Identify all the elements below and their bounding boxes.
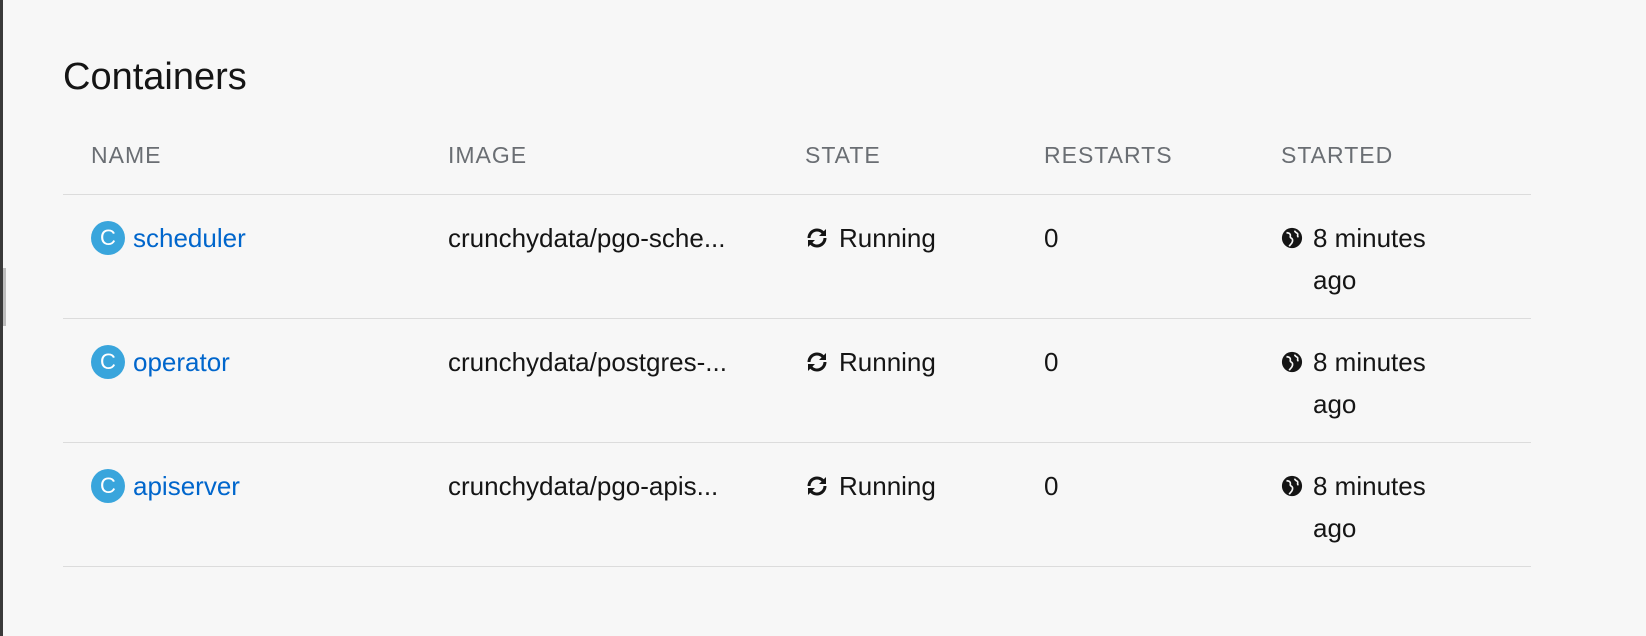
container-restarts: 0 (1044, 347, 1059, 377)
container-image-cell: crunchydata/pgo-apis... (448, 465, 718, 519)
column-header-image[interactable]: IMAGE (448, 142, 527, 169)
container-name-cell: C scheduler (91, 217, 246, 259)
table-row: C scheduler crunchydata/pgo-sche... Runn… (63, 195, 1531, 319)
container-state-cell: Running (805, 341, 936, 383)
container-image: crunchydata/postgres-... (448, 347, 727, 377)
table-header: NAME IMAGE STATE RESTARTS STARTED (63, 130, 1531, 195)
globe-icon (1281, 351, 1303, 373)
column-header-restarts[interactable]: RESTARTS (1044, 142, 1173, 169)
sync-icon (807, 352, 827, 372)
container-badge-icon: C (91, 221, 125, 255)
container-started: 8 minutes ago (1313, 347, 1426, 419)
containers-table: NAME IMAGE STATE RESTARTS STARTED C sche… (63, 130, 1531, 567)
container-started-cell: 8 minutes ago (1281, 217, 1463, 301)
section-title: Containers (63, 56, 247, 98)
container-name-cell: C operator (91, 341, 230, 383)
container-state: Running (839, 223, 936, 253)
column-header-started[interactable]: STARTED (1281, 142, 1393, 169)
container-image-cell: crunchydata/postgres-... (448, 341, 727, 395)
table-row: C operator crunchydata/postgres-... Runn… (63, 319, 1531, 443)
table-row: C apiserver crunchydata/pgo-apis... Runn… (63, 443, 1531, 567)
container-state: Running (839, 471, 936, 501)
left-edge-tab (3, 268, 6, 326)
container-restarts: 0 (1044, 471, 1059, 501)
container-started-cell: 8 minutes ago (1281, 465, 1463, 549)
container-started: 8 minutes ago (1313, 471, 1426, 543)
container-image: crunchydata/pgo-sche... (448, 223, 726, 253)
container-name-link[interactable]: operator (133, 341, 230, 383)
container-state: Running (839, 347, 936, 377)
container-name-cell: C apiserver (91, 465, 240, 507)
container-name-link[interactable]: apiserver (133, 465, 240, 507)
globe-icon (1281, 475, 1303, 497)
container-restarts: 0 (1044, 223, 1059, 253)
containers-page: Containers NAME IMAGE STATE RESTARTS STA… (0, 0, 1646, 636)
globe-icon (1281, 227, 1303, 249)
container-started-cell: 8 minutes ago (1281, 341, 1463, 425)
container-name-link[interactable]: scheduler (133, 217, 246, 259)
container-image-cell: crunchydata/pgo-sche... (448, 217, 726, 271)
container-image: crunchydata/pgo-apis... (448, 471, 719, 501)
container-badge-icon: C (91, 345, 125, 379)
container-state-cell: Running (805, 465, 936, 507)
column-header-name[interactable]: NAME (91, 142, 161, 169)
container-started: 8 minutes ago (1313, 223, 1426, 295)
column-header-state[interactable]: STATE (805, 142, 881, 169)
container-badge-icon: C (91, 469, 125, 503)
sync-icon (807, 228, 827, 248)
sync-icon (807, 476, 827, 496)
container-state-cell: Running (805, 217, 936, 259)
